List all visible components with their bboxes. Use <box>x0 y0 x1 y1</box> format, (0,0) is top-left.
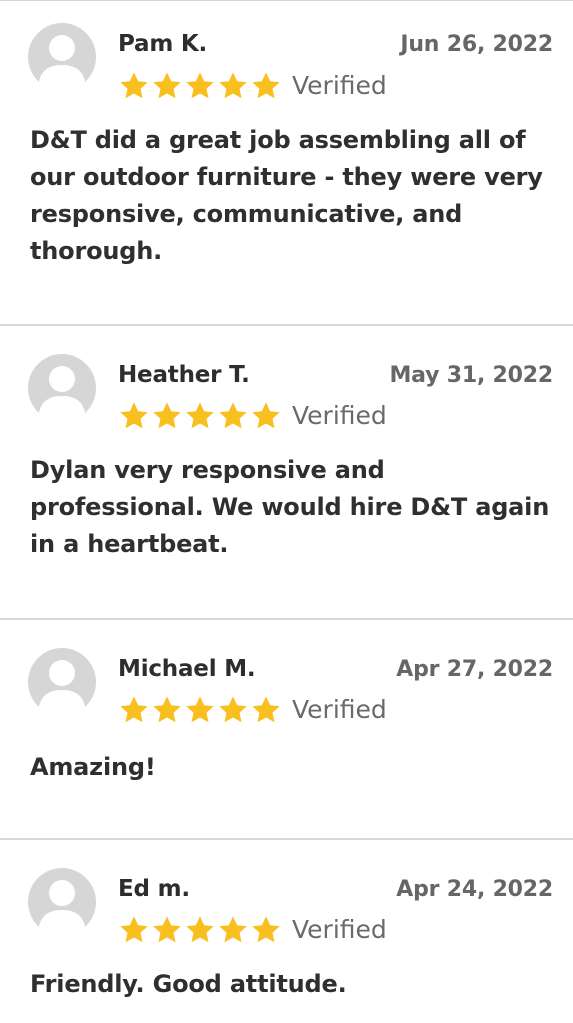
star-icon <box>120 916 148 943</box>
review-text: D&T did a great job assembling all of ou… <box>30 126 543 265</box>
reviewer-name: Ed m. <box>118 876 190 902</box>
review-text: Friendly. Good attitude. <box>30 970 347 998</box>
star-icon <box>186 916 214 943</box>
user-avatar-icon <box>28 648 96 716</box>
star-icon <box>219 916 247 943</box>
review-date: Apr 27, 2022 <box>396 657 553 682</box>
reviewer-name: Pam K. <box>118 31 208 57</box>
star-icon <box>219 402 247 429</box>
review-date: Jun 26, 2022 <box>400 32 553 57</box>
star-rating <box>118 400 282 432</box>
star-icon <box>120 696 148 723</box>
reviewer-name: Heather T. <box>118 362 250 388</box>
review-list: Pam K. Jun 26, 2022 Verified D&T did a g… <box>0 0 573 1023</box>
star-icon <box>252 916 280 943</box>
review-item: Michael M. Apr 27, 2022 Verified Amazing… <box>0 620 573 840</box>
star-rating <box>118 694 282 726</box>
star-icon <box>219 72 247 99</box>
star-icon <box>186 402 214 429</box>
star-icon <box>153 696 181 723</box>
star-icon <box>186 696 214 723</box>
user-avatar-icon <box>28 23 96 91</box>
review-date: May 31, 2022 <box>389 363 553 388</box>
verified-label: Verified <box>292 915 387 944</box>
star-icon <box>153 402 181 429</box>
star-icon <box>120 72 148 99</box>
star-icon <box>252 696 280 723</box>
user-avatar-icon <box>28 868 96 936</box>
star-icon <box>252 72 280 99</box>
verified-label: Verified <box>292 71 387 100</box>
star-rating <box>118 914 282 946</box>
review-text: Dylan very responsive and professional. … <box>30 456 550 558</box>
review-date: Apr 24, 2022 <box>396 877 553 902</box>
review-item: Pam K. Jun 26, 2022 Verified D&T did a g… <box>0 0 573 326</box>
verified-label: Verified <box>292 401 387 430</box>
user-avatar-icon <box>28 354 96 422</box>
review-text: Amazing! <box>30 753 156 781</box>
reviewer-name: Michael M. <box>118 656 256 682</box>
review-item: Heather T. May 31, 2022 Verified Dylan v… <box>0 326 573 620</box>
star-icon <box>153 72 181 99</box>
star-icon <box>252 402 280 429</box>
verified-label: Verified <box>292 695 387 724</box>
star-icon <box>120 402 148 429</box>
star-icon <box>153 916 181 943</box>
star-icon <box>186 72 214 99</box>
review-item: Ed m. Apr 24, 2022 Verified Friendly. Go… <box>0 840 573 1023</box>
star-rating <box>118 70 282 102</box>
star-icon <box>219 696 247 723</box>
